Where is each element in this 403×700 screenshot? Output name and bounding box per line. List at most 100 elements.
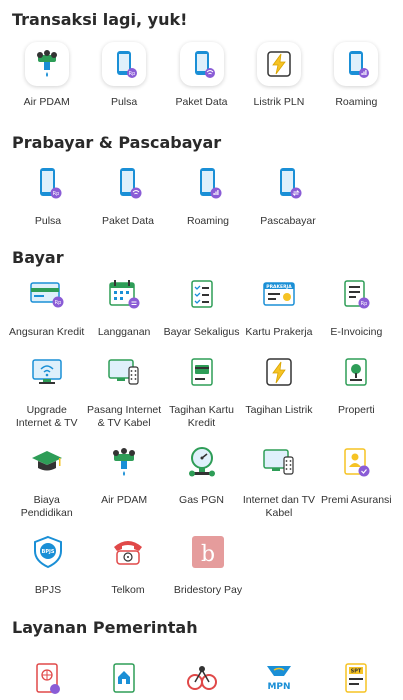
bayar-item-label: Biaya Pendidikan — [20, 494, 73, 519]
svg-text:Rp: Rp — [129, 71, 136, 77]
prabayar-item-pulsa[interactable]: Rp Pulsa — [8, 161, 88, 228]
phone-roaming-icon — [186, 161, 230, 205]
gov-item-samsat[interactable] — [163, 656, 240, 700]
bayar-item-kartu-prakerja[interactable]: PRAKERJA Kartu Prakerja — [240, 272, 317, 340]
gas-meter-icon — [180, 440, 224, 484]
telephone-icon — [106, 530, 150, 574]
section-transaksi-lagi: Transaksi lagi, yuk! Air PDAM Rp Pulsa P… — [0, 0, 403, 123]
bayar-item-tagihan-kartu-kredit[interactable]: Tagihan Kartu Kredit — [163, 350, 240, 436]
phone-data-icon — [179, 42, 224, 86]
bayar-item-label: Tagihan Listrik — [245, 404, 313, 416]
checklist-icon — [180, 272, 224, 316]
phone-roaming-icon — [334, 42, 379, 86]
bayar-item-gas-pgn[interactable]: Gas PGN — [163, 440, 240, 530]
bayar-item-properti[interactable]: Properti — [318, 350, 395, 436]
quick-item-label: Listrik PLN — [253, 96, 305, 108]
insurance-person-icon — [334, 440, 378, 484]
monitor-wifi-icon — [25, 350, 69, 394]
bayar-item-premi-asuransi[interactable]: Premi Asuransi — [318, 440, 395, 530]
mpn-text: MPN — [267, 682, 290, 692]
bayar-item-tagihan-listrik[interactable]: Tagihan Listrik — [240, 350, 317, 436]
bpjs-text: BPJS — [42, 549, 55, 555]
spt-text: SPT — [351, 669, 362, 675]
property-tree-icon — [334, 350, 378, 394]
svg-text:Rp: Rp — [53, 191, 60, 197]
lightning-icon — [256, 42, 301, 86]
section-title: Transaksi lagi, yuk! — [12, 10, 188, 29]
bayar-item-label: Air PDAM — [101, 494, 148, 506]
prabayar-item-paket-data[interactable]: Paket Data — [88, 161, 168, 228]
bayar-item-label: Langganan — [97, 326, 151, 338]
bayar-item-internet-tv-kabel[interactable]: Internet dan TV Kabel — [240, 440, 317, 530]
prabayar-item-pascabayar[interactable]: Pascabayar — [248, 161, 328, 228]
bayar-item-air-pdam[interactable]: Air PDAM — [85, 440, 162, 530]
calendar-subscription-icon — [102, 272, 146, 316]
spt-doc-icon: SPT — [334, 656, 378, 700]
bayar-item-bayar-sekaligus[interactable]: Bayar Sekaligus — [163, 272, 240, 340]
bayar-item-label: Pasang Internet & TV Kabel — [87, 404, 162, 429]
prabayar-item-roaming[interactable]: Roaming — [168, 161, 248, 228]
vehicle-tax-icon — [180, 656, 224, 700]
graduation-cap-icon — [25, 440, 69, 484]
gov-item-pbb[interactable] — [85, 656, 162, 700]
prabayar-item-label: Pascabayar — [260, 215, 316, 227]
bayar-item-label: E-Invoicing — [330, 326, 383, 338]
bayar-item-label: Upgrade Internet & TV — [15, 404, 78, 429]
quick-item-paket-data[interactable]: Paket Data — [163, 42, 240, 109]
phone-pulsa-icon: Rp — [26, 161, 70, 205]
bayar-item-bridestory-pay[interactable]: b Bridestory Pay — [168, 530, 248, 604]
card-bill-icon — [180, 350, 224, 394]
quick-item-pulsa[interactable]: Rp Pulsa — [85, 42, 162, 109]
gov-item-passport[interactable] — [8, 656, 85, 700]
quick-item-roaming[interactable]: Roaming — [318, 42, 395, 109]
bayar-item-label: Premi Asuransi — [321, 494, 392, 506]
quick-item-label: Paket Data — [175, 96, 228, 108]
bridestory-logo-icon: b — [186, 530, 230, 574]
svg-text:Rp: Rp — [54, 300, 61, 306]
bayar-item-upgrade-internet-tv[interactable]: Upgrade Internet & TV — [8, 350, 85, 436]
bpjs-shield-icon: BPJS — [26, 530, 70, 574]
section-bayar: Bayar Rp Angsuran Kredit Langganan Bayar… — [0, 238, 403, 618]
tv-remote-icon — [257, 440, 301, 484]
tv-remote-icon — [102, 350, 146, 394]
bridestory-letter: b — [201, 542, 215, 567]
prabayar-item-label: Roaming — [186, 215, 230, 227]
bayar-item-label: Properti — [337, 404, 375, 416]
section-title: Bayar — [12, 248, 64, 267]
quick-item-label: Pulsa — [110, 96, 138, 108]
phone-pascabayar-icon — [266, 161, 310, 205]
section-title: Prabayar & Pascabayar — [12, 133, 222, 152]
mpn-logo-icon: MPN — [257, 656, 301, 700]
lightning-icon — [257, 350, 301, 394]
credit-card-icon: Rp — [25, 272, 69, 316]
bayar-item-bpjs[interactable]: BPJS BPJS — [8, 530, 88, 604]
house-doc-icon — [102, 656, 146, 700]
passport-icon — [25, 656, 69, 700]
water-tap-icon — [102, 440, 146, 484]
invoice-icon: Rp — [334, 272, 378, 316]
quick-item-label: Air PDAM — [23, 96, 70, 108]
section-title: Layanan Pemerintah — [12, 618, 198, 637]
quick-item-air-pdam[interactable]: Air PDAM — [8, 42, 85, 109]
quick-item-listrik-pln[interactable]: Listrik PLN — [240, 42, 317, 109]
prakerja-card-icon: PRAKERJA — [257, 272, 301, 316]
bayar-item-biaya-pendidikan[interactable]: Biaya Pendidikan — [8, 440, 85, 530]
quick-item-label: Roaming — [335, 96, 378, 108]
phone-data-icon — [106, 161, 150, 205]
section-prabayar: Prabayar & Pascabayar Rp Pulsa Paket Dat… — [0, 123, 403, 238]
svg-text:Rp: Rp — [361, 301, 368, 307]
prabayar-item-label: Paket Data — [102, 215, 154, 227]
bayar-item-angsuran-kredit[interactable]: Rp Angsuran Kredit — [8, 272, 85, 340]
section-layanan-pemerintah: Layanan Pemerintah MPN SPT — [0, 618, 403, 700]
bayar-item-telkom[interactable]: Telkom — [88, 530, 168, 604]
bayar-item-pasang-internet-tv[interactable]: Pasang Internet & TV Kabel — [85, 350, 162, 436]
bayar-item-label: BPJS — [34, 584, 62, 596]
bayar-item-label: Kartu Prakerja — [245, 326, 313, 338]
bayar-item-langganan[interactable]: Langganan — [85, 272, 162, 340]
bayar-item-label: Telkom — [111, 584, 145, 596]
bayar-item-label: Bayar Sekaligus — [163, 326, 240, 338]
bayar-item-e-invoicing[interactable]: Rp E-Invoicing — [318, 272, 395, 340]
bayar-item-label: Angsuran Kredit — [9, 326, 85, 338]
gov-item-spt[interactable]: SPT — [318, 656, 395, 700]
gov-item-mpn[interactable]: MPN — [240, 656, 317, 700]
